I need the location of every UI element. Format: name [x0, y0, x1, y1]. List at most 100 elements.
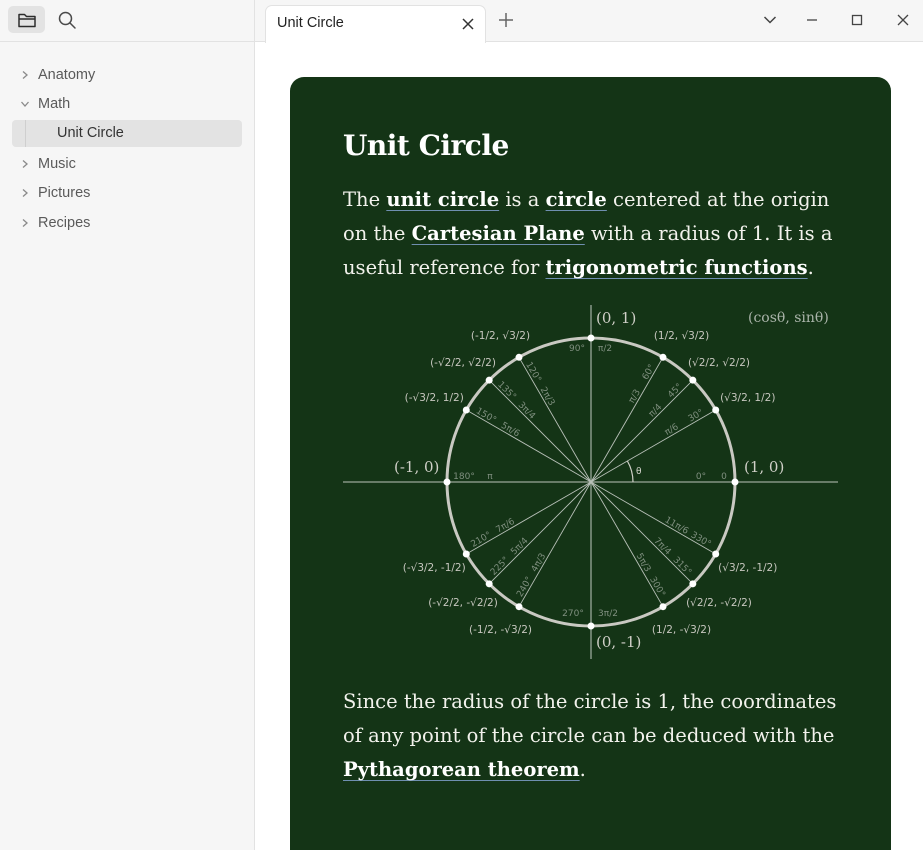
angle-point	[515, 603, 523, 611]
pythagorean-paragraph: Since the radius of the circle is 1, the…	[343, 685, 843, 787]
degree-label: 270°	[562, 609, 584, 619]
sidebar-item-label: Music	[38, 155, 76, 172]
sidebar-item-recipes[interactable]: Recipes	[12, 208, 243, 238]
angle-point	[689, 580, 697, 588]
radian-label: 5π/6	[499, 421, 521, 440]
angle-point	[485, 580, 493, 588]
unit-circle-diagram: θ 30° π/6 (√3/2, 1/2) 45°π/4 (√2/2, √2/2) 60° π…	[343, 305, 838, 659]
coordinate-label: (1/2, √3/2)	[654, 330, 709, 342]
sidebar-item-pictures[interactable]: Pictures	[12, 179, 243, 209]
plus-icon	[499, 13, 513, 27]
radian-label: π/4	[647, 402, 664, 419]
text-span: .	[579, 758, 586, 781]
degree-label: 180°	[453, 472, 475, 482]
intro-paragraph: The unit circle is a circle centered at …	[343, 183, 843, 285]
close-tab-button[interactable]	[460, 16, 476, 32]
text-span: .	[807, 256, 814, 279]
coordinate-label: (√2/2, √2/2)	[688, 357, 750, 369]
degree-label: 315°	[671, 555, 693, 577]
link-trigonometric-functions[interactable]: trigonometric functions	[546, 256, 808, 279]
files-button[interactable]	[8, 6, 45, 33]
tab-bar: Unit Circle	[255, 0, 923, 43]
tab-title: Unit Circle	[277, 15, 344, 31]
tab-list-button[interactable]	[760, 10, 780, 30]
radian-label: 11π/6	[663, 515, 690, 537]
radian-label: 0	[721, 472, 727, 482]
minimize-button[interactable]	[802, 10, 822, 30]
coordinate-label: (-√2/2, -√2/2)	[428, 597, 498, 609]
indent-guide	[25, 120, 26, 147]
angle-point	[462, 406, 470, 414]
link-cartesian-plane[interactable]: Cartesian Plane	[412, 222, 585, 245]
minimize-icon	[807, 19, 817, 21]
file-tree: Anatomy Math Unit Circle Music Pictures …	[12, 60, 243, 238]
angle-point	[587, 622, 595, 630]
angle-point	[689, 376, 697, 384]
chalkboard: Unit Circle The unit circle is a circle …	[290, 77, 891, 850]
theta-label: θ	[636, 467, 642, 477]
text-span: is a	[499, 188, 546, 211]
axis-left-label: (-1, 0)	[394, 458, 439, 476]
app-window: Anatomy Math Unit Circle Music Pictures …	[0, 0, 923, 850]
new-tab-button[interactable]	[496, 10, 516, 30]
coordinate-label: (√2/2, -√2/2)	[686, 597, 752, 609]
degree-label: 120°	[523, 360, 543, 384]
sidebar-item-anatomy[interactable]: Anatomy	[12, 60, 243, 90]
search-button[interactable]	[48, 6, 85, 33]
chevron-right-icon	[12, 188, 38, 198]
maximize-button[interactable]	[847, 10, 867, 30]
radian-label: 5π/4	[509, 536, 530, 557]
sidebar-item-label: Recipes	[38, 214, 91, 231]
sidebar-item-label: Unit Circle	[57, 125, 124, 141]
chevron-right-icon	[12, 70, 38, 80]
angle-point	[443, 478, 451, 486]
radian-label: π/2	[598, 344, 612, 354]
tab-unit-circle[interactable]: Unit Circle	[265, 5, 486, 43]
chevron-down-icon	[763, 16, 777, 24]
selection-highlight	[12, 120, 242, 147]
sidebar-toolbar	[0, 0, 255, 42]
axis-top-label: (0, 1)	[596, 309, 636, 327]
degree-label: 30°	[687, 408, 706, 425]
degree-label: 135°	[495, 380, 517, 402]
radian-label: π/3	[627, 388, 643, 405]
coordinate-label: (-√2/2, √2/2)	[430, 357, 496, 369]
sidebar-item-music[interactable]: Music	[12, 149, 243, 179]
angle-point	[712, 550, 720, 558]
sidebar-item-math[interactable]: Math	[12, 90, 243, 120]
radian-label: π/6	[663, 422, 681, 438]
radian-label: 7π/4	[651, 536, 672, 557]
link-circle[interactable]: circle	[546, 188, 607, 211]
sidebar-item-unit-circle[interactable]: Unit Circle	[12, 120, 243, 147]
coordinate-label: (√3/2, -1/2)	[718, 562, 777, 574]
close-window-button[interactable]	[893, 10, 913, 30]
axis-right-label: (1, 0)	[744, 458, 784, 476]
coordinate-label: (√3/2, 1/2)	[720, 392, 775, 404]
link-pythagorean-theorem[interactable]: Pythagorean theorem	[343, 758, 580, 781]
sidebar: Anatomy Math Unit Circle Music Pictures …	[0, 0, 255, 850]
coordinate-label: (-√3/2, -1/2)	[403, 562, 466, 574]
note-view[interactable]: Unit Circle The unit circle is a circle …	[256, 43, 923, 850]
link-unit-circle[interactable]: unit circle	[386, 188, 499, 211]
degree-label: 60°	[641, 363, 658, 382]
degree-label: 90°	[569, 344, 585, 354]
radian-label: π	[487, 472, 493, 482]
chevron-right-icon	[12, 218, 38, 228]
angle-point	[731, 478, 739, 486]
angle-point	[712, 406, 720, 414]
theta-arc	[626, 460, 634, 483]
radian-label: 7π/6	[494, 517, 516, 536]
angle-point	[485, 376, 493, 384]
radian-label: 3π/2	[598, 609, 618, 619]
chevron-right-icon	[12, 159, 38, 169]
axis-bottom-label: (0, -1)	[596, 633, 641, 651]
radian-label: 3π/4	[516, 400, 537, 421]
degree-label: 330°	[689, 530, 713, 550]
degree-label: 45°	[666, 382, 684, 400]
sidebar-item-label: Pictures	[38, 185, 91, 202]
angle-point	[515, 353, 523, 361]
degree-label: 240°	[515, 575, 535, 599]
folder-icon	[17, 13, 36, 27]
sidebar-item-label: Math	[38, 96, 71, 113]
search-icon	[58, 11, 76, 29]
